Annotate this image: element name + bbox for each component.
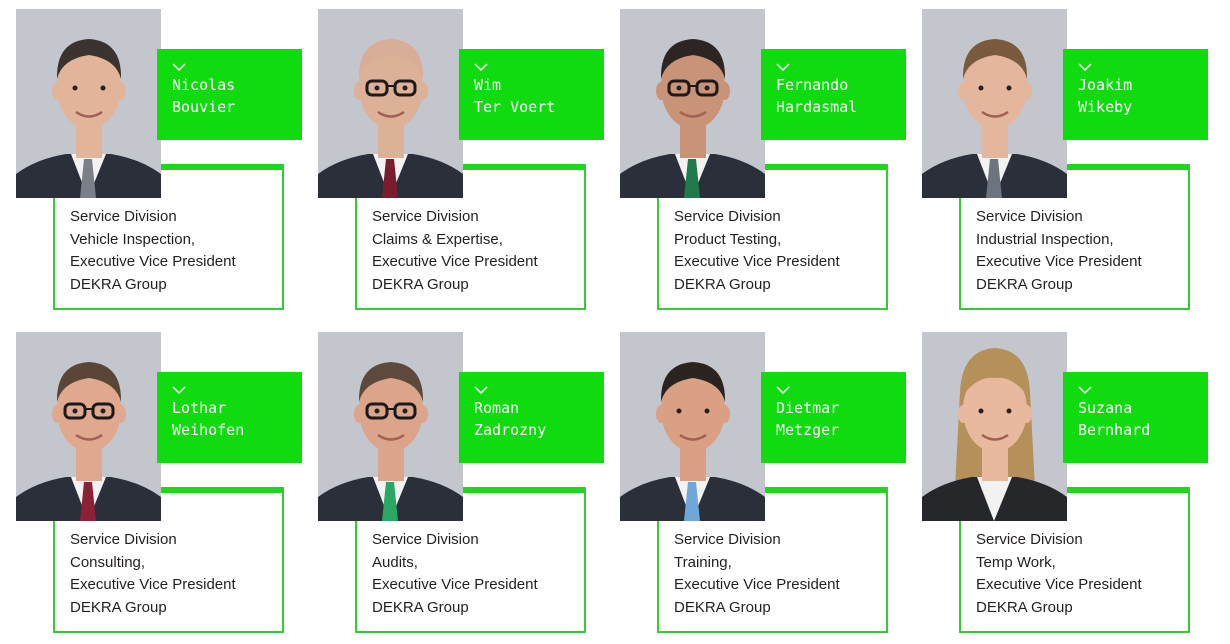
- first-name: Roman: [474, 399, 520, 417]
- chevron-down-icon: [776, 386, 790, 395]
- first-name: Nicolas: [172, 76, 236, 94]
- role-line: Industrial Inspection,: [976, 230, 1114, 248]
- chevron-down-icon: [474, 386, 488, 395]
- executive-card[interactable]: Suzana Bernhard Service Division Temp Work,…: [922, 332, 1212, 644]
- name-toggle-button[interactable]: Joakim Wikeby: [1063, 49, 1208, 140]
- role-line: DEKRA Group: [976, 598, 1073, 616]
- role-line: DEKRA Group: [70, 598, 167, 616]
- card-frame-accent: [761, 487, 886, 493]
- last-name: Bouvier: [172, 98, 236, 116]
- executive-card[interactable]: Joakim Wikeby Service Division Industrial I…: [922, 9, 1212, 321]
- role-line: Consulting,: [70, 553, 146, 571]
- portrait-photo: [16, 332, 161, 521]
- role-line: Service Division: [372, 531, 479, 548]
- card-frame-accent: [157, 487, 282, 493]
- role-description: Service Division Claims & Expertise, Execu…: [372, 206, 592, 296]
- card-frame-accent: [1063, 164, 1188, 170]
- executive-card[interactable]: Dietmar Metzger Service Division Training, E…: [620, 332, 910, 644]
- last-name: Weihofen: [172, 421, 245, 439]
- portrait-photo: [620, 332, 765, 521]
- role-line: DEKRA Group: [976, 275, 1073, 293]
- portrait-photo: [318, 332, 463, 521]
- executive-card[interactable]: Nicolas Bouvier Service Division Vehicle In…: [16, 9, 306, 321]
- portrait-photo: [16, 9, 161, 198]
- role-line: DEKRA Group: [70, 275, 167, 293]
- chevron-down-icon: [172, 63, 186, 72]
- role-line: Service Division: [70, 531, 177, 548]
- role-description: Service Division Training, Executive Vice …: [674, 529, 894, 619]
- role-line: Service Division: [674, 208, 781, 225]
- card-frame-accent: [459, 487, 584, 493]
- card-frame-accent: [761, 164, 886, 170]
- portrait-photo: [620, 9, 765, 198]
- chevron-down-icon: [172, 386, 186, 395]
- role-description: Service Division Product Testing, Executiv…: [674, 206, 894, 296]
- role-description: Service Division Vehicle Inspection, Execu…: [70, 206, 290, 296]
- role-description: Service Division Audits, Executive Vice Pr…: [372, 529, 592, 619]
- role-line: DEKRA Group: [372, 598, 469, 616]
- portrait-photo: [318, 9, 463, 198]
- name-toggle-button[interactable]: Nicolas Bouvier: [157, 49, 302, 140]
- role-line: DEKRA Group: [372, 275, 469, 293]
- portrait-photo: [922, 332, 1067, 521]
- chevron-down-icon: [1078, 63, 1092, 72]
- executive-grid: Nicolas Bouvier Service Division Vehicle In…: [0, 0, 1230, 633]
- name-toggle-button[interactable]: Wim Ter Voert: [459, 49, 604, 140]
- executive-card[interactable]: Fernando Hardasmal Service Division Product…: [620, 9, 910, 321]
- portrait-photo: [922, 9, 1067, 198]
- last-name: Ter Voert: [474, 98, 556, 116]
- role-line: Claims & Expertise,: [372, 230, 503, 248]
- role-line: Executive Vice President: [372, 253, 538, 270]
- chevron-down-icon: [1078, 386, 1092, 395]
- last-name: Bernhard: [1078, 421, 1151, 439]
- role-line: Service Division: [674, 531, 781, 548]
- role-line: Service Division: [976, 208, 1083, 225]
- role-line: DEKRA Group: [674, 598, 771, 616]
- name-toggle-button[interactable]: Dietmar Metzger: [761, 372, 906, 463]
- role-line: Executive Vice President: [674, 253, 840, 270]
- first-name: Lothar: [172, 399, 227, 417]
- last-name: Zadrozny: [474, 421, 547, 439]
- last-name: Metzger: [776, 421, 840, 439]
- role-line: Product Testing,: [674, 230, 782, 248]
- role-line: Audits,: [372, 553, 418, 571]
- name-toggle-button[interactable]: Lothar Weihofen: [157, 372, 302, 463]
- first-name: Dietmar: [776, 399, 840, 417]
- role-description: Service Division Temp Work, Executive Vice…: [976, 529, 1196, 619]
- name-toggle-button[interactable]: Suzana Bernhard: [1063, 372, 1208, 463]
- first-name: Wim: [474, 76, 502, 94]
- first-name: Fernando: [776, 76, 849, 94]
- role-description: Service Division Consulting, Executive Vic…: [70, 529, 290, 619]
- role-line: DEKRA Group: [674, 275, 771, 293]
- card-frame-accent: [157, 164, 282, 170]
- executive-card[interactable]: Roman Zadrozny Service Division Audits, Exec…: [318, 332, 608, 644]
- card-frame-accent: [1063, 487, 1188, 493]
- name-toggle-button[interactable]: Roman Zadrozny: [459, 372, 604, 463]
- role-line: Training,: [674, 553, 732, 571]
- role-line: Executive Vice President: [372, 576, 538, 593]
- executive-card[interactable]: Wim Ter Voert Service Division Claims & Exp…: [318, 9, 608, 321]
- role-line: Executive Vice President: [70, 576, 236, 593]
- last-name: Hardasmal: [776, 98, 858, 116]
- last-name: Wikeby: [1078, 98, 1133, 116]
- role-line: Executive Vice President: [674, 576, 840, 593]
- chevron-down-icon: [776, 63, 790, 72]
- role-line: Executive Vice President: [70, 253, 236, 270]
- first-name: Suzana: [1078, 399, 1133, 417]
- role-line: Service Division: [372, 208, 479, 225]
- role-line: Executive Vice President: [976, 253, 1142, 270]
- role-line: Service Division: [976, 531, 1083, 548]
- executive-card[interactable]: Lothar Weihofen Service Division Consulting…: [16, 332, 306, 644]
- first-name: Joakim: [1078, 76, 1133, 94]
- role-line: Vehicle Inspection,: [70, 230, 196, 248]
- role-line: Executive Vice President: [976, 576, 1142, 593]
- chevron-down-icon: [474, 63, 488, 72]
- role-description: Service Division Industrial Inspection, Ex…: [976, 206, 1196, 296]
- card-frame-accent: [459, 164, 584, 170]
- name-toggle-button[interactable]: Fernando Hardasmal: [761, 49, 906, 140]
- role-line: Service Division: [70, 208, 177, 225]
- role-line: Temp Work,: [976, 553, 1056, 571]
